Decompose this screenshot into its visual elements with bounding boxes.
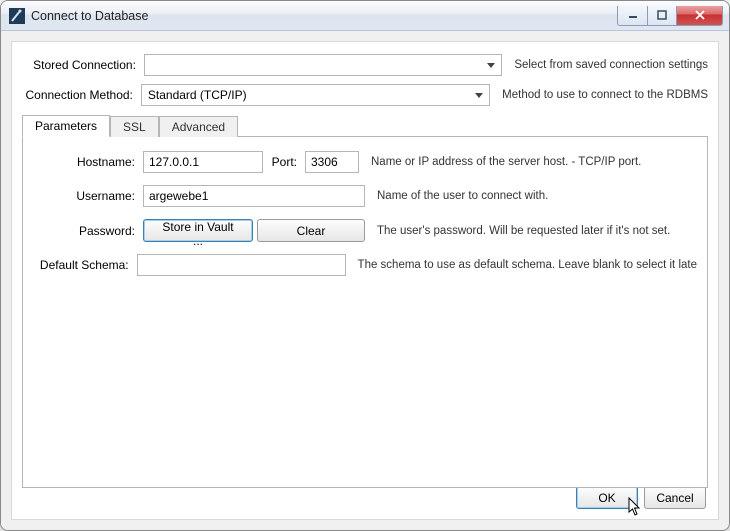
close-button[interactable] [677, 6, 723, 26]
tab-ssl[interactable]: SSL [110, 116, 159, 137]
default-schema-help: The schema to use as default schema. Lea… [358, 259, 697, 271]
tab-advanced[interactable]: Advanced [159, 116, 238, 137]
connection-method-value: Standard (TCP/IP) [148, 88, 475, 102]
hostname-help: Name or IP address of the server host. -… [371, 156, 641, 168]
window-controls [617, 6, 723, 26]
password-row: Password: Store in Vault ... Clear The u… [33, 219, 697, 242]
window-title: Connect to Database [31, 9, 617, 23]
dialog-window: Connect to Database Stored Connection: [0, 0, 730, 531]
username-row: Username: Name of the user to connect wi… [33, 185, 697, 207]
port-input[interactable] [305, 151, 359, 173]
stored-connection-row: Stored Connection: Select from saved con… [22, 54, 708, 76]
tab-body-parameters: Hostname: Port: Name or IP address of th… [22, 136, 708, 488]
client-area: Stored Connection: Select from saved con… [1, 31, 729, 530]
username-label: Username: [33, 189, 143, 203]
default-schema-row: Default Schema: The schema to use as def… [33, 254, 697, 276]
password-label: Password: [33, 224, 143, 238]
chevron-down-icon [475, 91, 483, 99]
stored-connection-desc: Select from saved connection settings [514, 59, 708, 71]
ok-button[interactable]: OK [576, 486, 638, 509]
default-schema-label: Default Schema: [33, 258, 137, 272]
minimize-button[interactable] [617, 6, 647, 26]
hostname-input[interactable] [143, 151, 263, 173]
clear-password-button[interactable]: Clear [257, 219, 365, 242]
connection-method-row: Connection Method: Standard (TCP/IP) Met… [22, 84, 708, 106]
connection-method-label: Connection Method: [22, 88, 141, 102]
tab-parameters[interactable]: Parameters [22, 115, 110, 137]
username-help: Name of the user to connect with. [377, 190, 548, 202]
stored-connection-label: Stored Connection: [22, 58, 144, 72]
stored-connection-dropdown[interactable] [144, 54, 502, 76]
password-help: The user's password. Will be requested l… [377, 225, 670, 237]
username-input[interactable] [143, 185, 365, 207]
port-label: Port: [263, 155, 305, 169]
connection-method-desc: Method to use to connect to the RDBMS [502, 89, 708, 101]
cancel-button[interactable]: Cancel [644, 486, 706, 509]
store-in-vault-button[interactable]: Store in Vault ... [143, 219, 253, 242]
hostname-label: Hostname: [33, 155, 143, 169]
chevron-down-icon [487, 61, 495, 69]
tab-strip: Parameters SSL Advanced [22, 114, 708, 136]
dialog-footer: OK Cancel [576, 486, 706, 509]
maximize-button[interactable] [647, 6, 677, 26]
app-icon [9, 8, 25, 24]
titlebar[interactable]: Connect to Database [1, 1, 729, 31]
tabs-container: Parameters SSL Advanced Hostname: Port: … [22, 114, 708, 488]
default-schema-input[interactable] [137, 254, 346, 276]
connection-method-dropdown[interactable]: Standard (TCP/IP) [141, 84, 490, 106]
hostname-row: Hostname: Port: Name or IP address of th… [33, 151, 697, 173]
main-panel: Stored Connection: Select from saved con… [11, 41, 719, 520]
